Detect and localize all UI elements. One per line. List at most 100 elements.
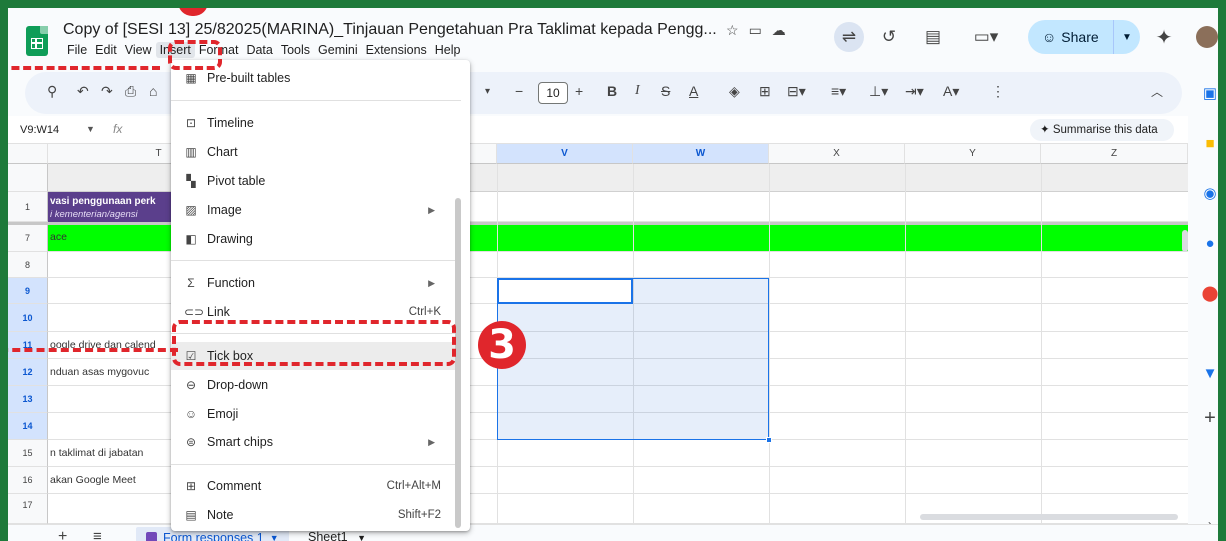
present-icon[interactable]: ⇌ [834,22,864,52]
font-caret-icon[interactable]: ▾ [485,86,490,97]
row-header-7[interactable]: 7 [8,225,48,252]
tab-caret-icon[interactable]: ▼ [270,533,279,541]
menu-item-function[interactable]: Σ Function ▶ [171,269,461,297]
menu-help[interactable]: Help [431,42,465,58]
column-header-z[interactable]: Z [1041,144,1188,164]
font-size-input[interactable]: 10 [538,82,568,104]
row-header-14[interactable]: 14 [8,413,48,440]
vertical-align-icon[interactable]: ⊥▾ [869,83,888,100]
sheets-logo-icon[interactable] [26,26,48,56]
borders-icon[interactable]: ⊞ [759,83,771,100]
print-icon[interactable]: ⎙ [125,83,136,100]
menu-item-drawing[interactable]: ◧ Drawing [171,225,461,253]
summarise-data-button[interactable]: ✦ Summarise this data [1030,119,1174,141]
maps-icon[interactable]: ⬤ [1200,284,1218,304]
row-header-12[interactable]: 12 [8,359,48,386]
image-icon: ▨ [185,203,197,217]
row-header-13[interactable]: 13 [8,386,48,413]
fill-handle[interactable] [766,437,772,443]
paint-format-icon[interactable]: ⌂ [149,83,157,99]
column-header-x[interactable]: X [769,144,905,164]
addon-icon[interactable]: ▼ [1200,364,1218,384]
column-header-y[interactable]: Y [905,144,1041,164]
increase-font-icon[interactable]: + [575,83,583,99]
cloud-status-icon[interactable]: ☁ [772,22,786,39]
row-header-9[interactable]: 9 [8,278,48,304]
row-header-16[interactable]: 16 [8,467,48,494]
menu-item-emoji[interactable]: ☺ Emoji [171,400,461,428]
tab-caret-icon[interactable]: ▼ [357,533,366,541]
column-header-v[interactable]: V [497,144,633,164]
all-sheets-icon[interactable]: ≡ [93,528,102,541]
horizontal-scrollbar[interactable] [920,514,1178,520]
undo-icon[interactable]: ↶ [77,83,89,100]
get-addons-icon[interactable]: + [1200,408,1218,428]
cell-t15[interactable]: n taklimat di jabatan [50,447,168,459]
menu-item-pivot-table[interactable]: ▚ Pivot table [171,167,461,195]
chart-icon: ▥ [185,145,197,159]
collapse-toolbar-icon[interactable]: ︿ [1151,83,1163,100]
fx-icon: fx [113,122,123,136]
menu-item-note[interactable]: ▤ Note Shift+F2 [171,501,461,529]
menu-extensions[interactable]: Extensions [362,42,431,58]
star-icon[interactable]: ☆ [726,22,739,39]
comments-icon[interactable]: ▤ [918,22,948,52]
decrease-font-icon[interactable]: − [515,83,523,99]
text-color-icon[interactable]: A [689,83,698,99]
italic-icon[interactable]: I [635,83,640,99]
text-wrap-icon[interactable]: ⇥▾ [905,83,924,100]
document-title[interactable]: Copy of [SESI 13] 25/82025(MARINA)_Tinja… [63,21,717,39]
fill-color-icon[interactable]: ◈ [729,83,740,100]
cell-t12[interactable]: nduan asas mygovuc [50,366,168,378]
menu-gemini[interactable]: Gemini [314,42,362,58]
history-icon[interactable]: ↺ [874,22,904,52]
col-divider [905,164,906,524]
more-options-icon[interactable]: ⋮ [991,83,1005,100]
merge-cells-icon[interactable]: ⊟▾ [787,83,806,100]
row-header-17[interactable]: 17 [8,494,48,524]
add-sheet-icon[interactable]: + [58,528,67,541]
row-header-1[interactable]: 1 [8,192,48,222]
menu-item-image[interactable]: ▨ Image ▶ [171,196,461,224]
calendar-icon[interactable]: ▣ [1200,84,1218,104]
name-box[interactable]: V9:W14 [20,124,59,136]
tasks-icon[interactable]: ◉ [1200,184,1218,204]
row-header-10[interactable]: 10 [8,304,48,332]
strikethrough-icon[interactable]: S [661,83,670,99]
vertical-scrollbar[interactable] [1182,230,1188,252]
avatar[interactable] [1196,26,1218,48]
active-cell[interactable] [497,278,633,304]
text-rotation-icon[interactable]: A▾ [943,83,959,100]
row-header-8[interactable]: 8 [8,252,48,278]
summarise-label: Summarise this data [1052,124,1158,136]
menu-tools[interactable]: Tools [277,42,314,58]
name-box-caret-icon[interactable]: ▼ [86,124,95,134]
cell-t16[interactable]: akan Google Meet [50,474,168,486]
share-caret-icon[interactable]: ▼ [1114,32,1140,43]
contacts-icon[interactable]: ● [1200,234,1218,254]
row-header-15[interactable]: 15 [8,440,48,467]
tab-sheet1[interactable]: Sheet1 ▼ [308,530,366,541]
menu-scrollbar[interactable] [455,198,461,528]
cell-t7[interactable]: ace [50,231,168,243]
bold-icon[interactable]: B [607,83,617,99]
menu-data[interactable]: Data [242,42,276,58]
menu-item-timeline[interactable]: ⊡ Timeline [171,109,461,137]
corner-cell[interactable] [8,144,48,164]
horizontal-align-icon[interactable]: ≡▾ [831,83,846,100]
meet-icon[interactable]: ▭▾ [964,22,1008,52]
menu-item-chart[interactable]: ▥ Chart [171,138,461,166]
gemini-icon[interactable]: ✦ [1151,22,1177,52]
move-folder-icon[interactable]: ▭ [749,22,762,39]
column-header-w[interactable]: W [633,144,769,164]
menu-item-drop-down[interactable]: ⊖ Drop-down [171,371,461,399]
keep-icon[interactable]: ■ [1200,134,1218,154]
menu-item-comment[interactable]: ⊞ Comment Ctrl+Alt+M [171,472,461,500]
share-label: Share [1061,29,1099,45]
share-button[interactable]: ☺ Share ▼ [1028,20,1140,54]
redo-icon[interactable]: ↷ [101,83,113,100]
insert-menu: ▦ Pre-built tables ⊡ Timeline ▥ Chart ▚ Pivo… [171,60,470,531]
search-menus-icon[interactable]: ⚲ [47,83,57,100]
menu-item-smart-chips[interactable]: ⊜ Smart chips ▶ [171,428,461,456]
app-window: Copy of [SESI 13] 25/82025(MARINA)_Tinja… [8,8,1218,541]
